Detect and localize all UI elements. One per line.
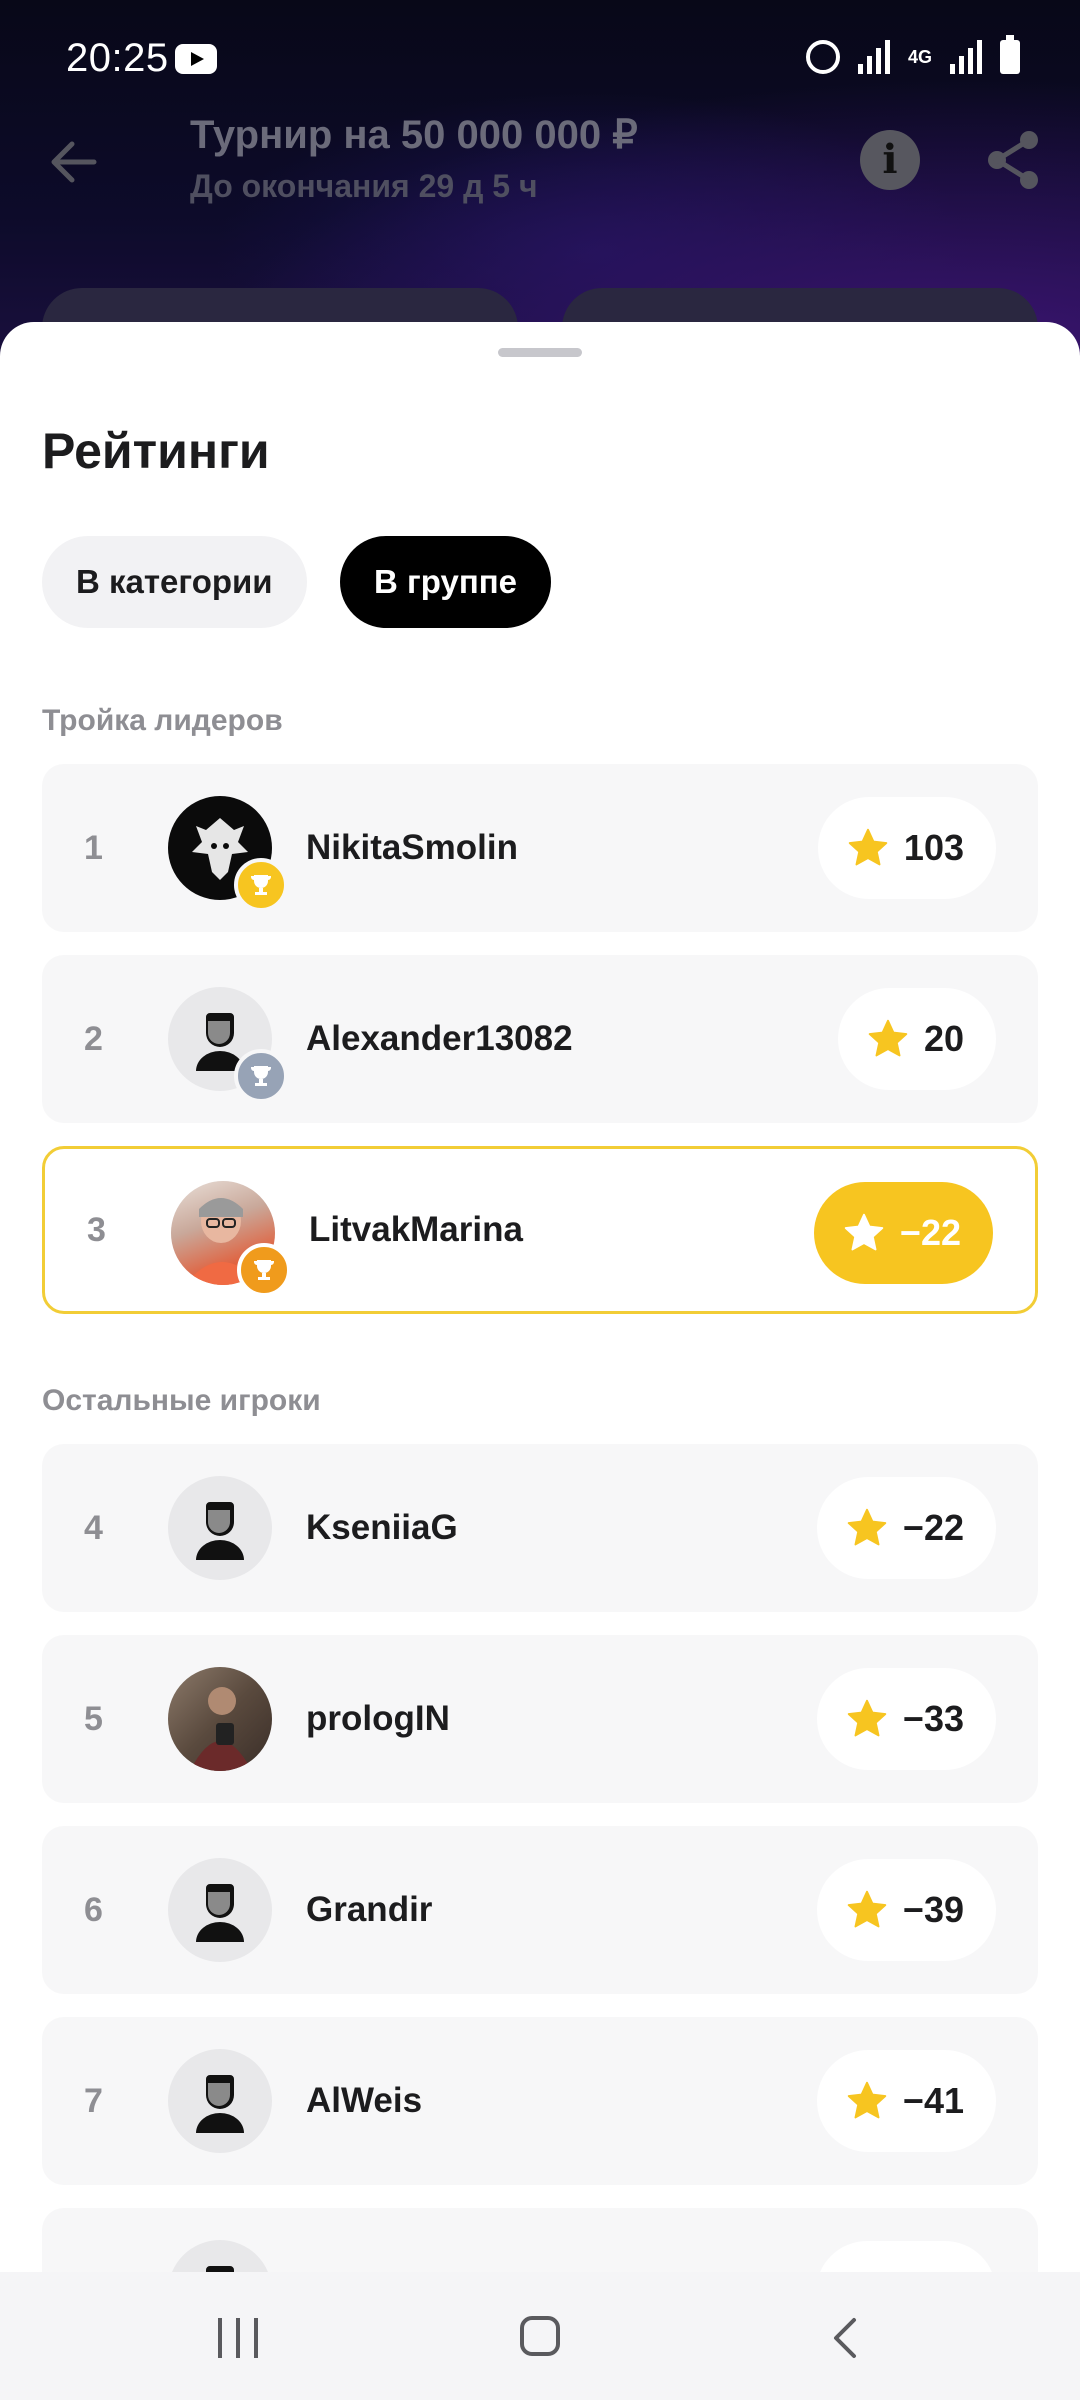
username: KseniiaG <box>306 1508 458 1547</box>
score-badge: −22 <box>813 1182 993 1284</box>
star-icon <box>848 828 888 866</box>
rank-number: 1 <box>84 828 103 867</box>
username: LitvakMarina <box>309 1210 523 1249</box>
status-time: 20:25 <box>66 36 169 80</box>
score-value: 20 <box>923 1018 964 1059</box>
tournament-title: Турнир на 50 000 000 ₽ <box>190 113 638 157</box>
rank-number: 4 <box>84 1508 103 1547</box>
back-icon[interactable] <box>826 2316 866 2360</box>
rank-number: 7 <box>84 2081 103 2120</box>
info-icon[interactable]: i <box>860 130 920 190</box>
username: AlWeis <box>306 2081 423 2120</box>
leaderboard-row[interactable]: 2 Alexander13082 20 <box>42 955 1038 1123</box>
leaderboard-row[interactable]: 6 Grandir −39 <box>42 1826 1038 1994</box>
user-photo <box>190 1687 252 1771</box>
default-user-icon <box>196 1502 244 1560</box>
leaderboard-row-current-user[interactable]: 3 LitvakMarina −22 <box>42 1146 1038 1314</box>
recent-apps-icon[interactable] <box>218 2318 258 2358</box>
back-arrow-icon[interactable] <box>48 140 98 184</box>
sheet-drag-handle[interactable] <box>498 348 582 357</box>
status-bar: 20:25 4G <box>0 0 1080 120</box>
leaders-section-label: Тройка лидеров <box>42 704 283 737</box>
ratings-bottom-sheet: Рейтинги В категории В группе Тройка лид… <box>0 322 1080 2272</box>
others-section-label: Остальные игроки <box>42 1384 321 1417</box>
default-user-icon <box>206 2266 234 2272</box>
star-icon <box>847 1508 887 1546</box>
score-value: −22 <box>902 1507 964 1548</box>
tournament-title-block: Турнир на 50 000 000 ₽ До окончания 29 д… <box>190 112 638 205</box>
username: prologIN <box>306 1699 450 1738</box>
score-value: −22 <box>899 1212 961 1253</box>
battery-icon <box>1000 35 1020 74</box>
system-navigation-bar <box>0 2272 1080 2400</box>
score-badge: −33 <box>816 1668 996 1770</box>
star-icon <box>847 1699 887 1737</box>
signal-icon <box>857 40 890 74</box>
home-icon[interactable] <box>520 2316 560 2356</box>
leaderboard-row[interactable]: 4 KseniiaG −22 <box>42 1444 1038 1612</box>
tab-in-category[interactable]: В категории <box>42 536 307 628</box>
score-badge: −22 <box>816 1477 996 1579</box>
rank-number: 3 <box>87 1210 106 1249</box>
avatar <box>168 2049 272 2153</box>
leaderboard-row[interactable]: 7 AlWeis −41 <box>42 2017 1038 2185</box>
avatar <box>168 2240 272 2272</box>
leaderboard-row[interactable]: 5 prologIN −33 <box>42 1635 1038 1803</box>
score-badge: −41 <box>816 2050 996 2152</box>
default-user-icon <box>196 2075 244 2133</box>
signal-icon-2 <box>950 40 982 74</box>
score-badge: 20 <box>837 988 996 1090</box>
username: Alexander13082 <box>306 1019 573 1058</box>
tournament-time-left: До окончания 29 д 5 ч <box>190 168 538 204</box>
username: Grandir <box>306 1890 433 1929</box>
score-value: 103 <box>903 827 964 868</box>
silver-trophy-icon <box>234 1049 288 1103</box>
avatar <box>168 1858 272 1962</box>
leaderboard-row[interactable]: 1 NikitaSmolin 103 <box>42 764 1038 932</box>
username: NikitaSmolin <box>306 828 518 867</box>
tab-in-group[interactable]: В группе <box>340 536 552 628</box>
avatar <box>168 987 288 1103</box>
share-icon[interactable] <box>985 130 1041 190</box>
status-icons: 4G <box>805 35 1020 74</box>
gold-trophy-icon <box>234 858 288 912</box>
rank-number: 5 <box>84 1699 103 1738</box>
youtube-notification-icon <box>175 44 217 74</box>
score-value: −33 <box>902 1698 964 1739</box>
star-icon <box>844 1213 884 1251</box>
avatar <box>171 1181 291 1297</box>
score-badge: −39 <box>816 1859 996 1961</box>
score-badge: 103 <box>817 797 996 899</box>
score-value: −39 <box>902 1889 964 1930</box>
network-type-label: 4G <box>907 47 932 67</box>
star-icon <box>847 1890 887 1928</box>
score-value: −41 <box>902 2080 964 2121</box>
rank-number: 2 <box>84 1019 103 1058</box>
alarm-icon <box>805 40 840 74</box>
star-icon <box>868 1019 908 1057</box>
avatar <box>168 1476 272 1580</box>
avatar <box>168 1667 272 1771</box>
star-icon <box>847 2081 887 2119</box>
sheet-title: Рейтинги <box>42 423 270 479</box>
rank-number: 6 <box>84 1890 103 1929</box>
score-badge <box>816 2241 996 2272</box>
leaderboard-row-partial[interactable] <box>42 2208 1038 2272</box>
default-user-icon <box>196 1884 244 1942</box>
bronze-trophy-icon <box>237 1243 291 1297</box>
avatar <box>168 796 288 912</box>
